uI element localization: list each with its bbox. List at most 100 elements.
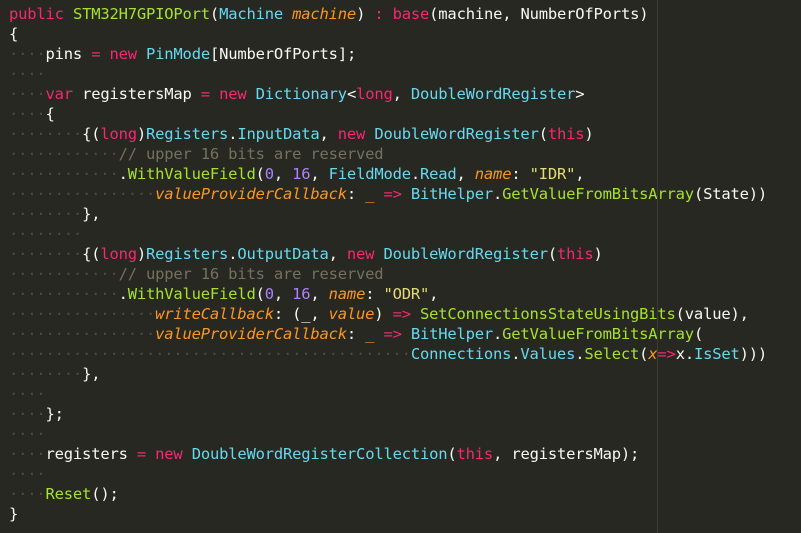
code-token: FieldMode <box>328 165 411 183</box>
code-token: Connections <box>410 345 512 363</box>
code-token: DoubleWordRegister <box>410 85 576 103</box>
code-token: , <box>575 165 585 183</box>
code-token: Registers <box>146 125 229 143</box>
code-token: DoubleWordRegister <box>374 125 539 143</box>
code-token: // upper 16 bits are reserved <box>118 265 384 283</box>
code-line[interactable]: ····pins = new PinMode[NumberOfPorts]; <box>9 44 767 64</box>
code-line[interactable]: ········{(long)Registers.OutputData, new… <box>9 244 767 264</box>
code-line[interactable]: ····registers = new DoubleWordRegisterCo… <box>9 444 767 464</box>
code-line[interactable]: public STM32H7GPIOPort(Machine machine) … <box>9 4 767 24</box>
code-line[interactable]: ················valueProviderCallback: _… <box>9 324 767 344</box>
code-token: ( <box>255 285 265 303</box>
indent-whitespace: ········ <box>9 225 83 243</box>
indent-whitespace: ···· <box>9 465 46 483</box>
code-token: {( <box>82 245 101 263</box>
code-token: new <box>109 45 137 63</box>
code-editor[interactable]: public STM32H7GPIOPort(Machine machine) … <box>0 0 801 533</box>
code-line[interactable]: ········{(long)Registers.InputData, new … <box>9 124 767 144</box>
indent-whitespace: ···· <box>9 105 46 123</box>
code-token: (machine, NumberOfPorts) <box>429 5 649 23</box>
code-token: InputData <box>237 125 320 143</box>
code-line[interactable]: ············.WithValueField(0, 16, name:… <box>9 284 767 304</box>
indent-whitespace: ···· <box>9 485 46 503</box>
code-token: (State)) <box>693 185 768 203</box>
indent-whitespace: ········································… <box>9 345 411 363</box>
code-token: ( <box>693 325 704 343</box>
code-token: ( <box>547 245 557 263</box>
code-line[interactable]: ···· <box>9 64 767 84</box>
indent-whitespace: ············ <box>9 265 119 283</box>
indent-whitespace: ········ <box>9 245 83 263</box>
code-token: , <box>392 85 411 103</box>
code-token: = <box>91 45 101 63</box>
code-token: }, <box>82 205 101 223</box>
code-token: : <box>374 5 384 23</box>
indent-whitespace: ···· <box>9 65 46 83</box>
code-token: 16 <box>292 285 311 303</box>
code-token: this <box>456 445 494 463</box>
code-token: . <box>684 345 694 363</box>
code-line[interactable]: ····}; <box>9 404 767 424</box>
code-token: , <box>310 165 329 183</box>
code-token: ) <box>136 245 146 263</box>
code-line[interactable]: ···· <box>9 464 767 484</box>
code-token: : <box>346 325 366 343</box>
code-line[interactable]: { <box>9 24 767 44</box>
code-line[interactable]: ········}, <box>9 364 767 384</box>
code-line[interactable]: ················valueProviderCallback: _… <box>9 184 767 204</box>
code-line[interactable]: ····{ <box>9 104 767 124</box>
code-token: , registersMap); <box>493 445 640 463</box>
code-token: public <box>9 5 64 23</box>
code-line[interactable]: } <box>9 504 767 524</box>
code-token: [NumberOfPorts]; <box>209 45 357 63</box>
code-line[interactable]: ············.WithValueField(0, 16, Field… <box>9 164 767 184</box>
indent-whitespace: ········ <box>9 365 83 383</box>
code-token: ) <box>593 245 603 263</box>
code-token: < <box>346 85 357 103</box>
code-token: : <box>511 165 530 183</box>
code-line[interactable]: ····var registersMap = new Dictionary<lo… <box>9 84 767 104</box>
code-token: 0 <box>264 285 274 303</box>
code-token: long <box>100 125 137 143</box>
code-token: . <box>410 165 420 183</box>
code-token: (); <box>91 485 119 503</box>
code-token: // upper 16 bits are reserved <box>118 145 384 163</box>
code-token: pins <box>45 45 83 63</box>
code-token: value <box>328 305 375 323</box>
code-token: ) <box>136 125 146 143</box>
code-token: STM32H7GPIOPort <box>72 5 210 23</box>
code-token: "ODR" <box>383 285 430 303</box>
code-token: => <box>383 185 402 203</box>
code-token: Registers <box>146 245 229 263</box>
code-token: BitHelper <box>410 185 494 203</box>
code-line[interactable]: ············// upper 16 bits are reserve… <box>9 264 767 284</box>
code-token: WithValueField <box>127 165 256 183</box>
code-line[interactable]: ···· <box>9 384 767 404</box>
code-line[interactable]: ···· <box>9 424 767 444</box>
code-token: { <box>9 25 19 43</box>
code-area[interactable]: public STM32H7GPIOPort(Machine machine) … <box>9 4 767 524</box>
code-line[interactable]: ············// upper 16 bits are reserve… <box>9 144 767 164</box>
code-line[interactable]: ················writeCallback: (_, value… <box>9 304 767 324</box>
code-token: writeCallback <box>155 305 274 323</box>
code-token: Dictionary <box>255 85 348 103</box>
code-line[interactable]: ····Reset(); <box>9 484 767 504</box>
code-token: registers <box>45 445 128 463</box>
indent-whitespace: ············ <box>9 285 119 303</box>
code-line[interactable]: ········································… <box>9 344 767 364</box>
code-token: ) <box>374 305 393 323</box>
code-token: DoubleWordRegisterCollection <box>191 445 448 463</box>
code-line[interactable]: ········}, <box>9 204 767 224</box>
code-token: var <box>45 85 74 103</box>
code-token: = <box>136 445 146 463</box>
code-token: base <box>392 5 430 23</box>
code-token: IsSet <box>693 345 740 363</box>
code-token: ( <box>538 125 548 143</box>
code-line[interactable]: ········ <box>9 224 767 244</box>
